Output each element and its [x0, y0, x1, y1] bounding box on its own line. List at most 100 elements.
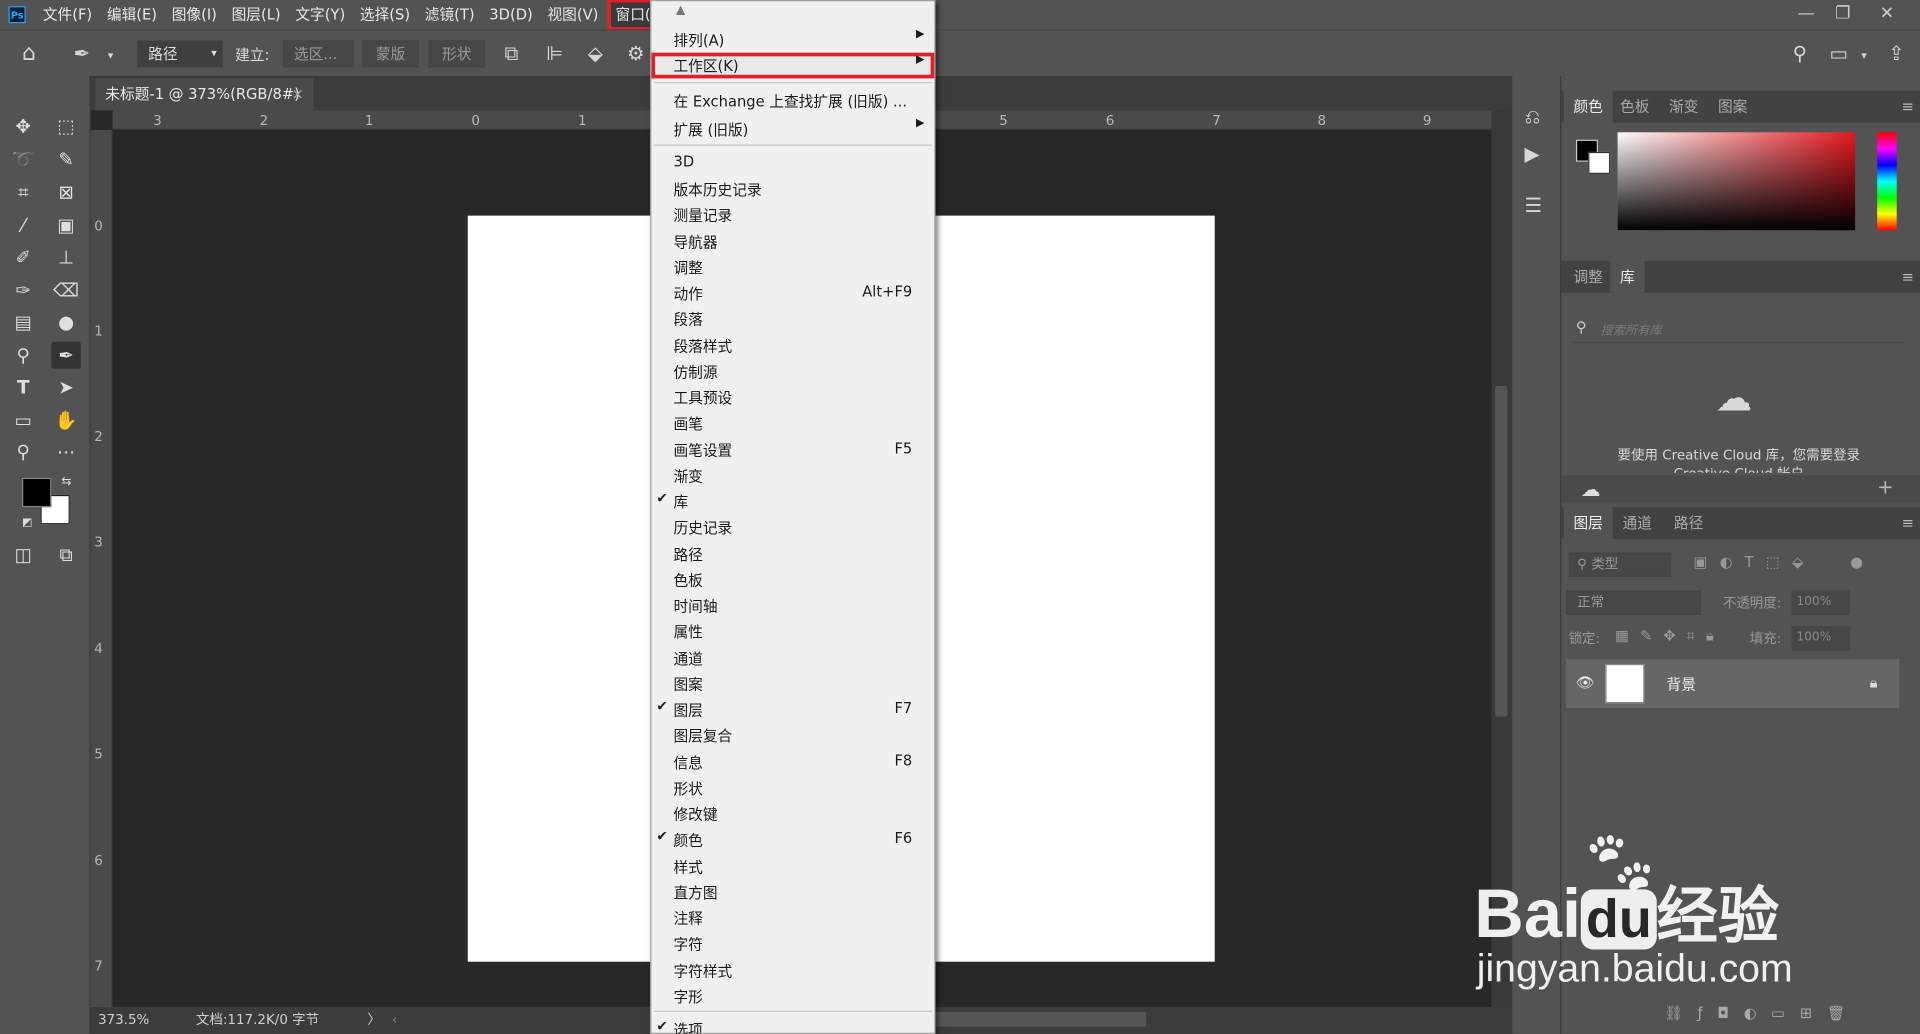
window-menu-item[interactable]: 直方图: [651, 880, 934, 906]
window-menu-item[interactable]: 画笔设置 F5: [651, 437, 934, 463]
window-menu-item[interactable]: 修改键: [651, 801, 934, 827]
tab-layers[interactable]: 图层: [1563, 507, 1613, 540]
window-menu-item[interactable]: 图层复合: [651, 723, 934, 749]
path-arrangement-icon[interactable]: ⬙: [588, 43, 603, 64]
window-menu-item[interactable]: 历史记录: [651, 515, 934, 541]
layer-row[interactable]: 👁︎ 背景 🔒︎: [1566, 659, 1900, 709]
window-menu-item[interactable]: 动作 Alt+F9: [651, 281, 934, 307]
window-menu-item[interactable]: 属性: [651, 619, 934, 645]
properties-panel-icon[interactable]: ☰: [1525, 195, 1543, 216]
eyedropper-tool-icon[interactable]: ⁄: [9, 212, 38, 239]
patch-tool-icon[interactable]: ▣: [51, 212, 80, 239]
menu-filter[interactable]: 滤镜(T): [417, 0, 482, 29]
color-background-swatch[interactable]: [1588, 151, 1611, 174]
history-brush-icon[interactable]: ✑: [9, 277, 38, 304]
rectangle-tool-icon[interactable]: ▭: [9, 407, 38, 434]
menu-3d[interactable]: 3D(D): [482, 0, 540, 29]
crop-tool-icon[interactable]: ⌗: [9, 179, 38, 206]
window-menu-item[interactable]: 通道: [651, 646, 934, 672]
close-button[interactable]: ✕: [1866, 0, 1908, 29]
tab-color[interactable]: 颜色: [1563, 90, 1613, 123]
home-icon[interactable]: ⌂: [22, 42, 36, 64]
pen-mode-select[interactable]: 路径 ▾: [137, 40, 223, 68]
menu-file[interactable]: 文件(F): [36, 0, 100, 29]
panel-menu-icon[interactable]: ≡: [1902, 91, 1914, 123]
pen-tool-icon[interactable]: ✒: [51, 341, 81, 369]
chevron-right-icon[interactable]: 〉: [367, 1009, 380, 1031]
move-tool-icon[interactable]: ✥: [9, 113, 38, 140]
gear-icon[interactable]: ⚙: [627, 43, 645, 64]
layer-filter-select[interactable]: ⚲ 类型: [1568, 552, 1672, 578]
window-menu-item[interactable]: 信息 F8: [651, 750, 934, 776]
window-menu-item[interactable]: 路径: [651, 541, 934, 567]
opacity-input[interactable]: 100%: [1791, 590, 1851, 616]
chevron-down-icon[interactable]: ▾: [1861, 47, 1867, 67]
chevron-down-icon[interactable]: ▾: [108, 47, 114, 67]
window-menu-item[interactable]: 色板: [651, 567, 934, 593]
workspace-icon[interactable]: ▭: [1829, 43, 1848, 64]
scroll-up-arrow-icon[interactable]: ▲: [676, 4, 685, 17]
quick-select-tool-icon[interactable]: ✎: [51, 146, 80, 173]
window-menu-item[interactable]: 测量记录: [651, 202, 934, 228]
panel-menu-icon[interactable]: ≡: [1902, 507, 1914, 539]
marquee-tool-icon[interactable]: ⬚: [51, 113, 80, 140]
shape-button[interactable]: 形状: [428, 40, 485, 68]
brush-tool-icon[interactable]: ✐: [9, 244, 38, 271]
filter-toggle-icon[interactable]: ●: [1850, 554, 1863, 571]
tab-gradients[interactable]: 渐变: [1659, 91, 1708, 123]
window-menu-item[interactable]: 形状: [651, 775, 934, 801]
tab-adjustments[interactable]: 调整: [1564, 261, 1613, 293]
frame-tool-icon[interactable]: ⊠: [51, 179, 80, 206]
window-menu-item[interactable]: 导航器: [651, 229, 934, 255]
panel-menu-icon[interactable]: ≡: [1902, 261, 1914, 293]
menu-select[interactable]: 选择(S): [353, 0, 418, 29]
window-menu-item[interactable]: 扩展 (旧版) ▶: [651, 116, 934, 142]
tab-swatches[interactable]: 色板: [1610, 91, 1659, 123]
window-menu-item[interactable]: 段落: [651, 306, 934, 332]
blend-mode-select[interactable]: 正常: [1566, 590, 1701, 616]
type-tool-icon[interactable]: T: [9, 374, 38, 401]
window-menu-item[interactable]: 字符: [651, 931, 934, 957]
tab-channels[interactable]: 通道: [1613, 507, 1662, 539]
menu-view[interactable]: 视图(V): [540, 0, 606, 29]
gradient-tool-icon[interactable]: ▤: [9, 309, 38, 336]
tab-libraries[interactable]: 库: [1610, 260, 1645, 293]
menu-layer[interactable]: 图层(L): [224, 0, 288, 29]
window-menu-item[interactable]: 注释: [651, 905, 934, 931]
library-search[interactable]: ⚲ 搜索所有库: [1571, 316, 1905, 344]
actions-play-icon[interactable]: ▶: [1525, 144, 1540, 165]
window-menu-item[interactable]: 仿制源: [651, 359, 934, 385]
lock-icons[interactable]: ▦✎✥⌗🔒︎: [1615, 627, 1725, 645]
pen-tool-icon[interactable]: ✒: [73, 43, 89, 64]
restore-button[interactable]: ❐: [1822, 0, 1864, 29]
lasso-tool-icon[interactable]: ➰: [9, 146, 38, 173]
tab-paths[interactable]: 路径: [1664, 507, 1713, 539]
window-menu-item[interactable]: ✔ 颜色 F6: [651, 827, 934, 853]
history-panel-icon[interactable]: ⎌: [1525, 107, 1541, 128]
foreground-color-swatch[interactable]: [22, 477, 52, 508]
window-menu-item[interactable]: 在 Exchange 上查找扩展 (旧版) ...: [651, 88, 934, 114]
horizontal-scrollbar-thumb[interactable]: [935, 1011, 1147, 1027]
window-menu-item[interactable]: 字形: [651, 984, 934, 1010]
window-menu-item[interactable]: ✔ 图层 F7: [651, 697, 934, 723]
path-select-tool-icon[interactable]: ➤: [51, 374, 80, 401]
cloud-sync-icon[interactable]: ☁: [1581, 478, 1601, 501]
window-menu-item[interactable]: 工作区(K) ▶: [651, 52, 935, 79]
window-menu-item[interactable]: 工具预设: [651, 385, 934, 411]
dodge-tool-icon[interactable]: ⚲: [9, 342, 38, 369]
layer-name[interactable]: 背景: [1667, 674, 1696, 695]
hand-tool-icon[interactable]: ✋: [51, 407, 80, 434]
blur-tool-icon[interactable]: ●: [51, 309, 80, 336]
quick-mask-icon[interactable]: ◫: [9, 541, 38, 568]
window-menu-item[interactable]: 画笔: [651, 410, 934, 436]
color-field[interactable]: [1617, 132, 1856, 231]
share-icon[interactable]: ⇪: [1888, 43, 1904, 64]
default-colors-icon[interactable]: ◩: [22, 517, 32, 529]
window-menu-item[interactable]: 调整: [651, 255, 934, 281]
window-menu-item[interactable]: 时间轴: [651, 593, 934, 619]
visibility-eye-icon[interactable]: 👁︎: [1576, 674, 1595, 691]
window-menu-item[interactable]: ✔ 选项: [651, 1017, 934, 1034]
selection-button[interactable]: 选区...: [282, 40, 354, 68]
scrollbar-thumb[interactable]: [1495, 385, 1508, 717]
window-menu-item[interactable]: 样式: [651, 854, 934, 880]
